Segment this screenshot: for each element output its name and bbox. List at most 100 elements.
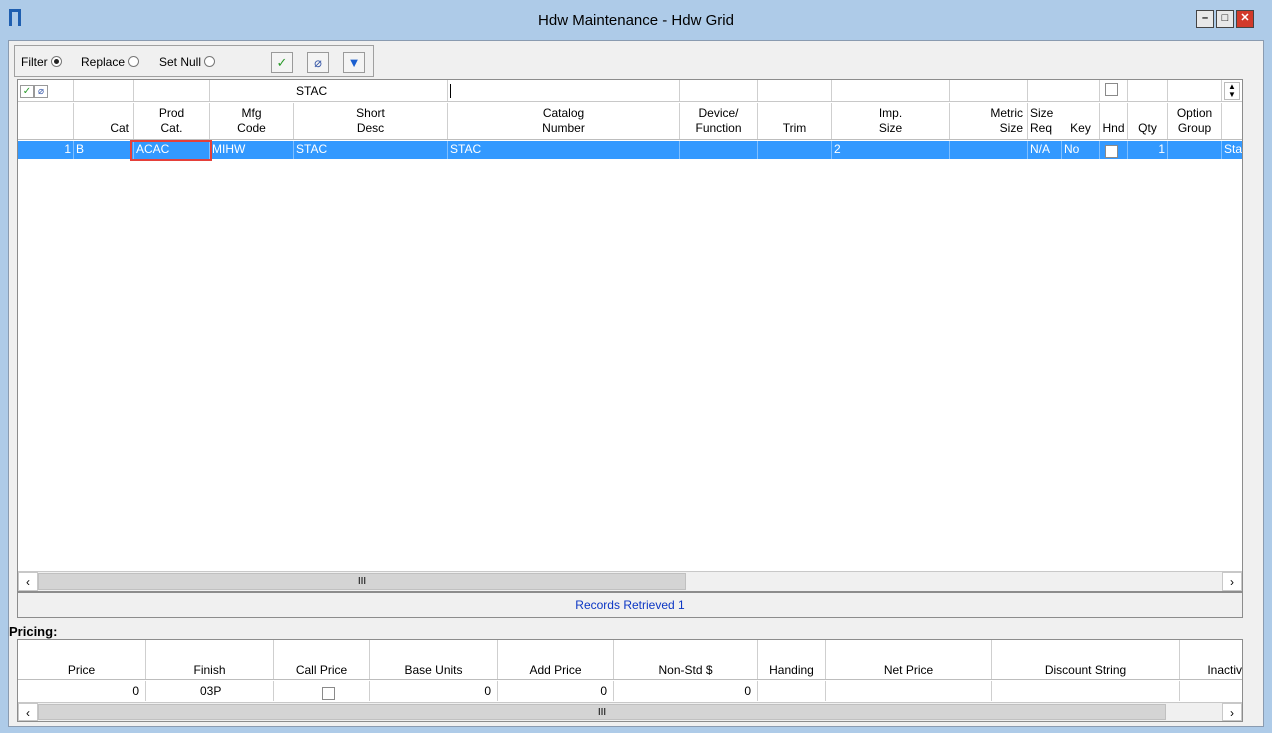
col-key[interactable]: Key (1062, 103, 1100, 139)
col-cat[interactable]: Cat (74, 103, 134, 139)
grid-header: Cat Prod Cat. Mfg Code Short Desc Catalo… (18, 103, 1242, 140)
filter-cat[interactable] (74, 80, 134, 101)
selected-cell-highlight (130, 140, 212, 161)
scroll-right-icon[interactable]: › (1222, 572, 1242, 591)
spin-arrows-icon[interactable]: ▲ ▼ (1224, 82, 1240, 100)
cell-key[interactable]: No (1062, 141, 1100, 159)
cell-trim[interactable] (758, 141, 832, 159)
pcol-call-price[interactable]: Call Price (274, 640, 370, 679)
call-price-checkbox[interactable] (322, 687, 335, 701)
col-trim[interactable]: Trim (758, 103, 832, 139)
col-mfg-code[interactable]: Mfg Code (210, 103, 294, 139)
cell-cat[interactable]: B (74, 141, 134, 159)
pcol-price[interactable]: Price (18, 640, 146, 679)
pcell-net-price[interactable] (826, 681, 992, 701)
filter-metric-size[interactable] (950, 80, 1028, 101)
filter-imp-size[interactable] (832, 80, 950, 101)
cell-catalog-number[interactable]: STAC (448, 141, 680, 159)
pricing-row[interactable]: 0 03P 0 0 0 (18, 681, 1242, 701)
col-catalog-number[interactable]: Catalog Number (448, 103, 680, 139)
grid-horizontal-scrollbar[interactable]: ‹ III › (18, 571, 1242, 591)
eraser-icon[interactable]: ⌀ (34, 85, 48, 98)
replace-label: Replace (81, 55, 126, 69)
cell-metric-size[interactable] (950, 141, 1028, 159)
filter-hnd[interactable] (1100, 80, 1128, 101)
pcell-discount-string[interactable] (992, 681, 1180, 701)
scroll-thumb[interactable]: III (38, 573, 686, 590)
scroll-right-icon[interactable]: › (1222, 703, 1242, 721)
pcol-finish[interactable]: Finish (146, 640, 274, 679)
pcell-non-std[interactable]: 0 (614, 681, 758, 701)
pcol-non-std[interactable]: Non-Std $ (614, 640, 758, 679)
col-option-group[interactable]: Option Group (1168, 103, 1222, 139)
filter-device[interactable] (680, 80, 758, 101)
pcell-handing[interactable] (758, 681, 826, 701)
col-short-desc[interactable]: Short Desc (294, 103, 448, 139)
pcell-finish[interactable]: 03P (146, 681, 274, 701)
cell-short-desc[interactable]: STAC (294, 141, 448, 159)
app-window: Hdw Maintenance - Hdw Grid – □ ✕ Filter … (0, 0, 1272, 733)
client-area: Filter Replace Set Null ✓ ⌀ ▼ ✓ ⌀ STAC ▲… (8, 40, 1264, 727)
cell-option-group[interactable] (1168, 141, 1222, 159)
pcol-discount-string[interactable]: Discount String (992, 640, 1180, 679)
cell-imp-size[interactable]: 2 (832, 141, 950, 159)
pcell-call-price[interactable] (274, 681, 370, 701)
set-null-radio[interactable]: Set Null (159, 55, 216, 69)
col-size-req[interactable]: Size Req (1028, 103, 1062, 139)
pricing-horizontal-scrollbar[interactable]: ‹ III › (18, 702, 1242, 721)
filter-radio[interactable]: Filter (21, 55, 62, 69)
eraser-icon: ⌀ (314, 55, 322, 70)
pcol-net-price[interactable]: Net Price (826, 640, 992, 679)
filter-trim[interactable] (758, 80, 832, 101)
scroll-left-icon[interactable]: ‹ (18, 572, 38, 591)
col-imp-size[interactable]: Imp. Size (832, 103, 950, 139)
cell-hnd[interactable] (1100, 141, 1128, 159)
cell-mfg-code[interactable]: MIHW (210, 141, 294, 159)
title-bar: Hdw Maintenance - Hdw Grid – □ ✕ (0, 0, 1272, 40)
cell-extra[interactable]: Stall (1222, 141, 1242, 159)
text-cursor (450, 84, 451, 98)
replace-radio[interactable]: Replace (81, 55, 140, 69)
hnd-filter-checkbox[interactable] (1105, 83, 1118, 97)
col-device-function[interactable]: Device/ Function (680, 103, 758, 139)
col-rownum (18, 103, 74, 139)
filter-size-key[interactable] (1028, 80, 1100, 101)
scroll-left-icon[interactable]: ‹ (18, 703, 38, 721)
filter-qty[interactable] (1128, 80, 1168, 101)
filter-toolbar: Filter Replace Set Null ✓ ⌀ ▼ (14, 45, 374, 77)
clear-filter-button[interactable]: ⌀ (307, 52, 329, 73)
radio-selected-icon (50, 56, 62, 67)
pcol-handing[interactable]: Handing (758, 640, 826, 679)
col-qty[interactable]: Qty (1128, 103, 1168, 139)
filter-row-buttons: ✓ ⌀ (18, 80, 74, 101)
apply-check-button[interactable]: ✓ (271, 52, 293, 73)
close-button[interactable]: ✕ (1236, 10, 1254, 28)
col-hnd[interactable]: Hnd (1100, 103, 1128, 139)
pricing-grid: Price Finish Call Price Base Units Add P… (17, 639, 1243, 722)
filter-option-group[interactable] (1168, 80, 1222, 101)
col-metric-size[interactable]: Metric Size (950, 103, 1028, 139)
pcell-price[interactable]: 0 (18, 681, 146, 701)
filter-funnel-button[interactable]: ▼ (343, 52, 365, 73)
hnd-checkbox[interactable] (1105, 145, 1118, 159)
cell-device-function[interactable] (680, 141, 758, 159)
filter-short-desc[interactable]: STAC (294, 80, 448, 101)
pcell-base-units[interactable]: 0 (370, 681, 498, 701)
cell-rownum[interactable]: 1 (18, 141, 74, 159)
filter-prod-cat[interactable] (134, 80, 210, 101)
pcol-inactive[interactable]: Inactiv (1180, 640, 1242, 679)
pcol-base-units[interactable]: Base Units (370, 640, 498, 679)
minimize-button[interactable]: – (1196, 10, 1214, 28)
filter-label: Filter (21, 55, 48, 69)
pcol-add-price[interactable]: Add Price (498, 640, 614, 679)
col-prod-cat[interactable]: Prod Cat. (134, 103, 210, 139)
scroll-thumb[interactable]: III (38, 704, 1166, 720)
pcell-inactive[interactable] (1180, 681, 1242, 701)
check-icon[interactable]: ✓ (20, 85, 34, 98)
cell-size-req[interactable]: N/A (1028, 141, 1062, 159)
maximize-button[interactable]: □ (1216, 10, 1234, 28)
pcell-add-price[interactable]: 0 (498, 681, 614, 701)
filter-catalog-number[interactable] (448, 80, 680, 101)
cell-qty[interactable]: 1 (1128, 141, 1168, 159)
filter-mfg-code[interactable] (210, 80, 294, 101)
